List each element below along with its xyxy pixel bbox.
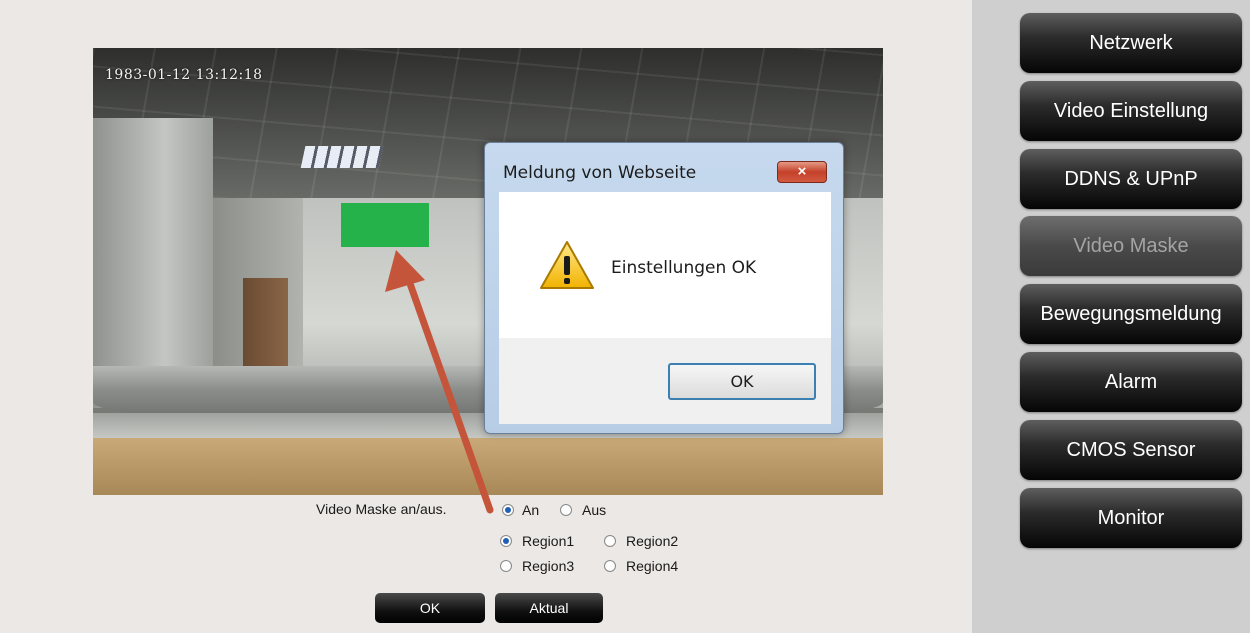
region1-label: Region1 (522, 533, 575, 549)
nav-monitor[interactable]: Monitor (1020, 488, 1242, 548)
region3-label: Region3 (522, 558, 575, 574)
message-dialog: Meldung von Webseite × Einstellungen OK … (484, 142, 844, 434)
nav-cmos-sensor[interactable]: CMOS Sensor (1020, 420, 1242, 480)
mask-off-radio[interactable] (560, 504, 572, 516)
dialog-ok-button[interactable]: OK (668, 363, 816, 400)
close-icon[interactable]: × (777, 161, 827, 183)
warning-icon (540, 241, 594, 289)
ok-button[interactable]: OK (375, 593, 485, 623)
region2-radio[interactable] (604, 535, 616, 547)
nav-video-einstellung[interactable]: Video Einstellung (1020, 81, 1242, 141)
region3-radio[interactable] (500, 560, 512, 572)
dialog-title: Meldung von Webseite (503, 163, 697, 183)
nav-netzwerk[interactable]: Netzwerk (1020, 13, 1242, 73)
region4-label: Region4 (626, 558, 679, 574)
ceiling-light (300, 146, 384, 168)
mask-on-label: An (522, 502, 540, 518)
nav-alarm[interactable]: Alarm (1020, 352, 1242, 412)
door (243, 278, 288, 368)
region1-radio[interactable] (500, 535, 512, 547)
region2-label: Region2 (626, 533, 679, 549)
nav-video-maske[interactable]: Video Maske (1020, 216, 1242, 276)
pillar (93, 118, 213, 408)
nav-bewegungsmeldung[interactable]: Bewegungsmeldung (1020, 284, 1242, 344)
nav-ddns-upnp[interactable]: DDNS & UPnP (1020, 149, 1242, 209)
refresh-button[interactable]: Aktual (495, 593, 603, 623)
video-timestamp: 1983-01-12 13:12:18 (105, 67, 263, 83)
dialog-message: Einstellungen OK (611, 258, 757, 278)
mask-toggle-label: Video Maske an/aus. (316, 501, 447, 517)
mask-on-radio[interactable] (502, 504, 514, 516)
dialog-body: Einstellungen OK (499, 192, 831, 338)
sidebar: Netzwerk Video Einstellung DDNS & UPnP V… (972, 0, 1250, 633)
dialog-footer: OK (499, 338, 831, 424)
region4-radio[interactable] (604, 560, 616, 572)
mask-off-label: Aus (582, 502, 607, 518)
desk-edge (93, 438, 883, 495)
mask-region-overlay[interactable] (341, 203, 429, 247)
